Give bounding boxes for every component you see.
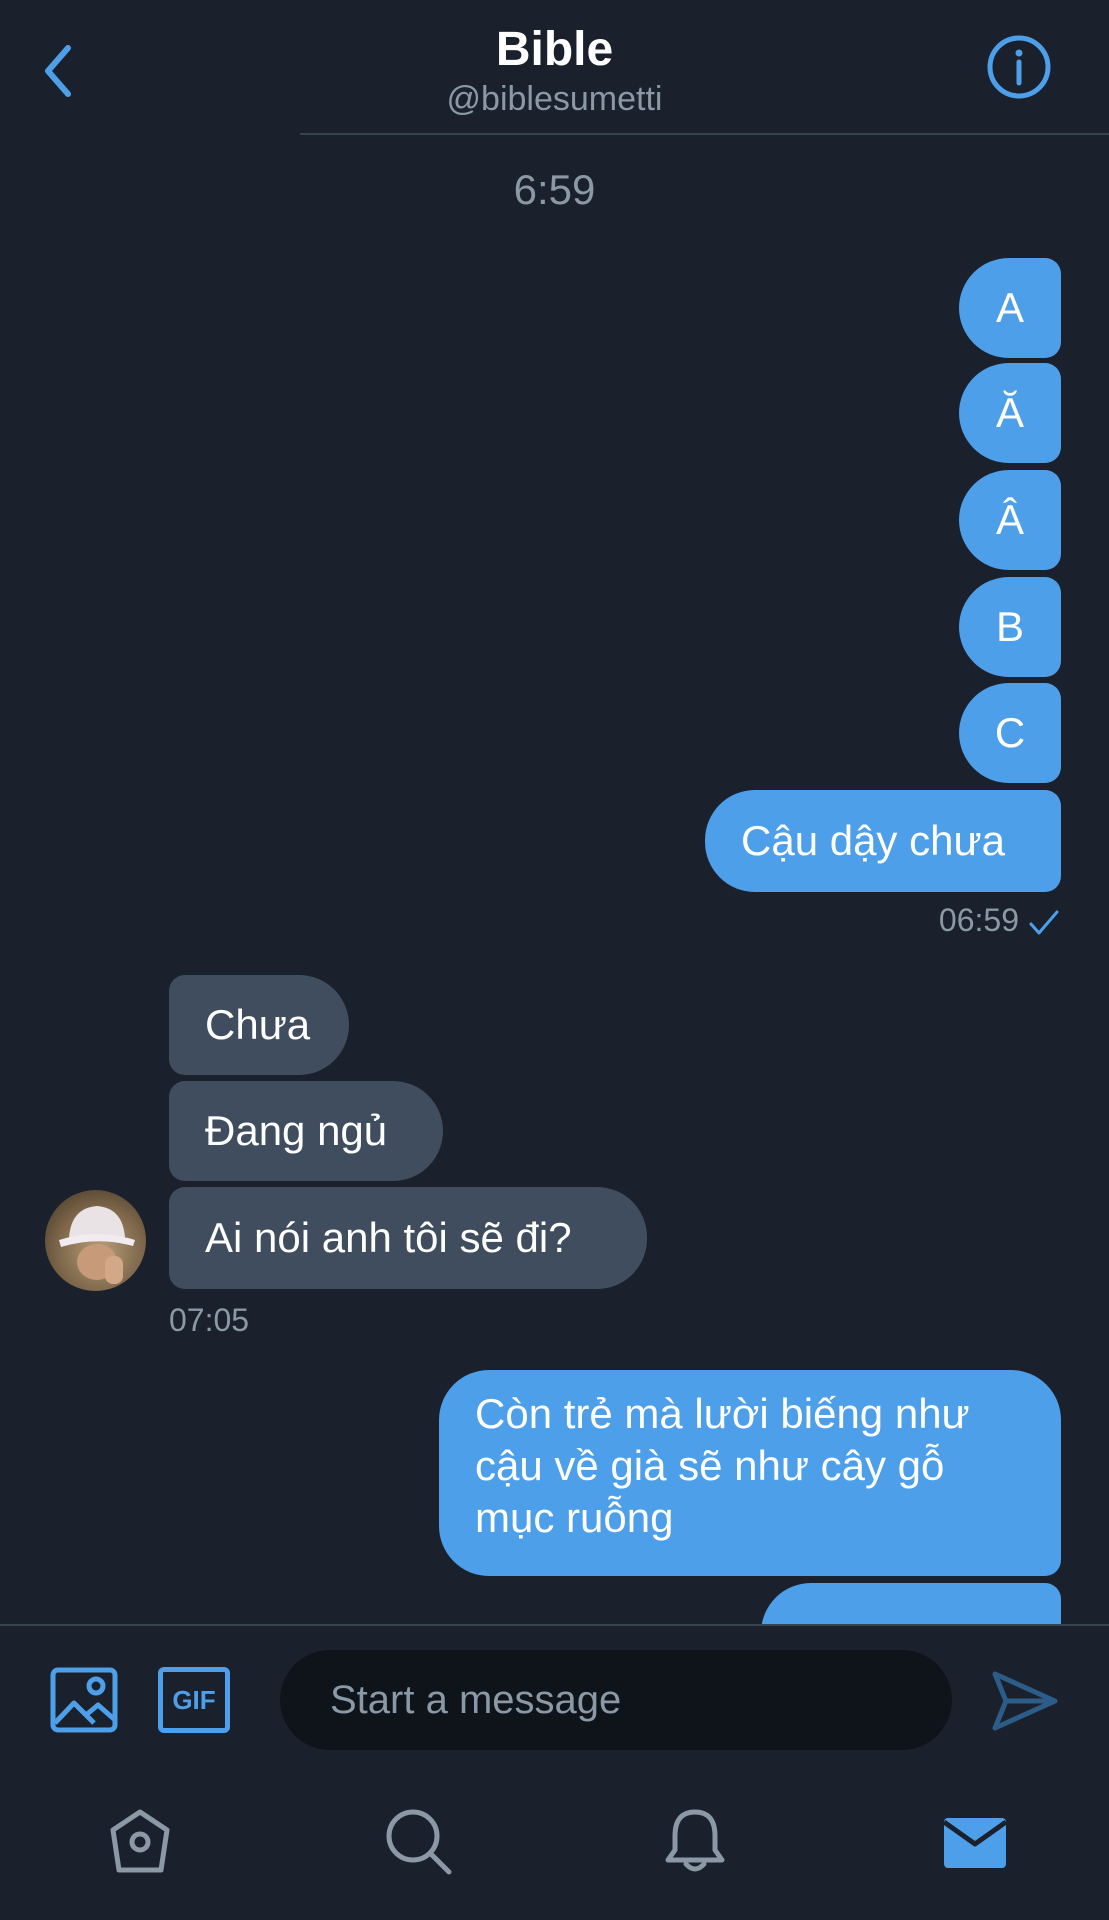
outgoing-message[interactable]: Cậu dậy chưa <box>705 790 1061 892</box>
gif-button[interactable]: GIF <box>158 1667 230 1733</box>
outgoing-message[interactable]: Còn trẻ mà lười biếng như cậu về già sẽ … <box>439 1370 1061 1576</box>
header-divider <box>300 133 1109 135</box>
message-line: mục ruỗng <box>475 1494 674 1541</box>
dm-conversation-screen: Bible @biblesumetti 6:59 A Ă Â B C Cậu d… <box>0 0 1109 1920</box>
send-icon[interactable] <box>990 1668 1060 1734</box>
outgoing-message[interactable]: B <box>959 577 1061 677</box>
outgoing-message[interactable]: Â <box>959 470 1061 570</box>
bell-icon[interactable] <box>660 1806 730 1876</box>
incoming-message[interactable]: Đang ngủ <box>169 1081 443 1181</box>
message-input[interactable] <box>280 1650 952 1750</box>
conversation-header: Bible @biblesumetti <box>0 0 1109 135</box>
outgoing-message[interactable]: A <box>959 258 1061 358</box>
conversation-handle: @biblesumetti <box>446 80 663 118</box>
outgoing-message[interactable]: C <box>959 683 1061 783</box>
outgoing-message[interactable]: Ă <box>959 363 1061 463</box>
message-timestamp: 07:05 <box>169 1302 250 1338</box>
mail-icon[interactable] <box>940 1806 1010 1876</box>
image-icon[interactable] <box>50 1667 118 1733</box>
avatar-photo <box>59 1206 135 1284</box>
search-icon[interactable] <box>383 1806 453 1876</box>
info-icon[interactable] <box>986 34 1052 100</box>
composer-divider <box>0 1624 1109 1626</box>
conversation-time: 6:59 <box>513 166 596 213</box>
conversation-title[interactable]: Bible <box>0 22 1109 77</box>
incoming-message[interactable]: Ai nói anh tôi sẽ đi? <box>169 1187 647 1289</box>
message-timestamp: 06:59 <box>938 902 1019 938</box>
incoming-message[interactable]: Chưa <box>169 975 349 1075</box>
message-line: cậu về già sẽ như cây gỗ <box>475 1442 945 1489</box>
sent-check-icon <box>1029 910 1059 935</box>
avatar[interactable] <box>45 1190 146 1291</box>
message-line: Còn trẻ mà lười biếng như <box>475 1390 970 1437</box>
home-icon[interactable] <box>105 1806 175 1876</box>
